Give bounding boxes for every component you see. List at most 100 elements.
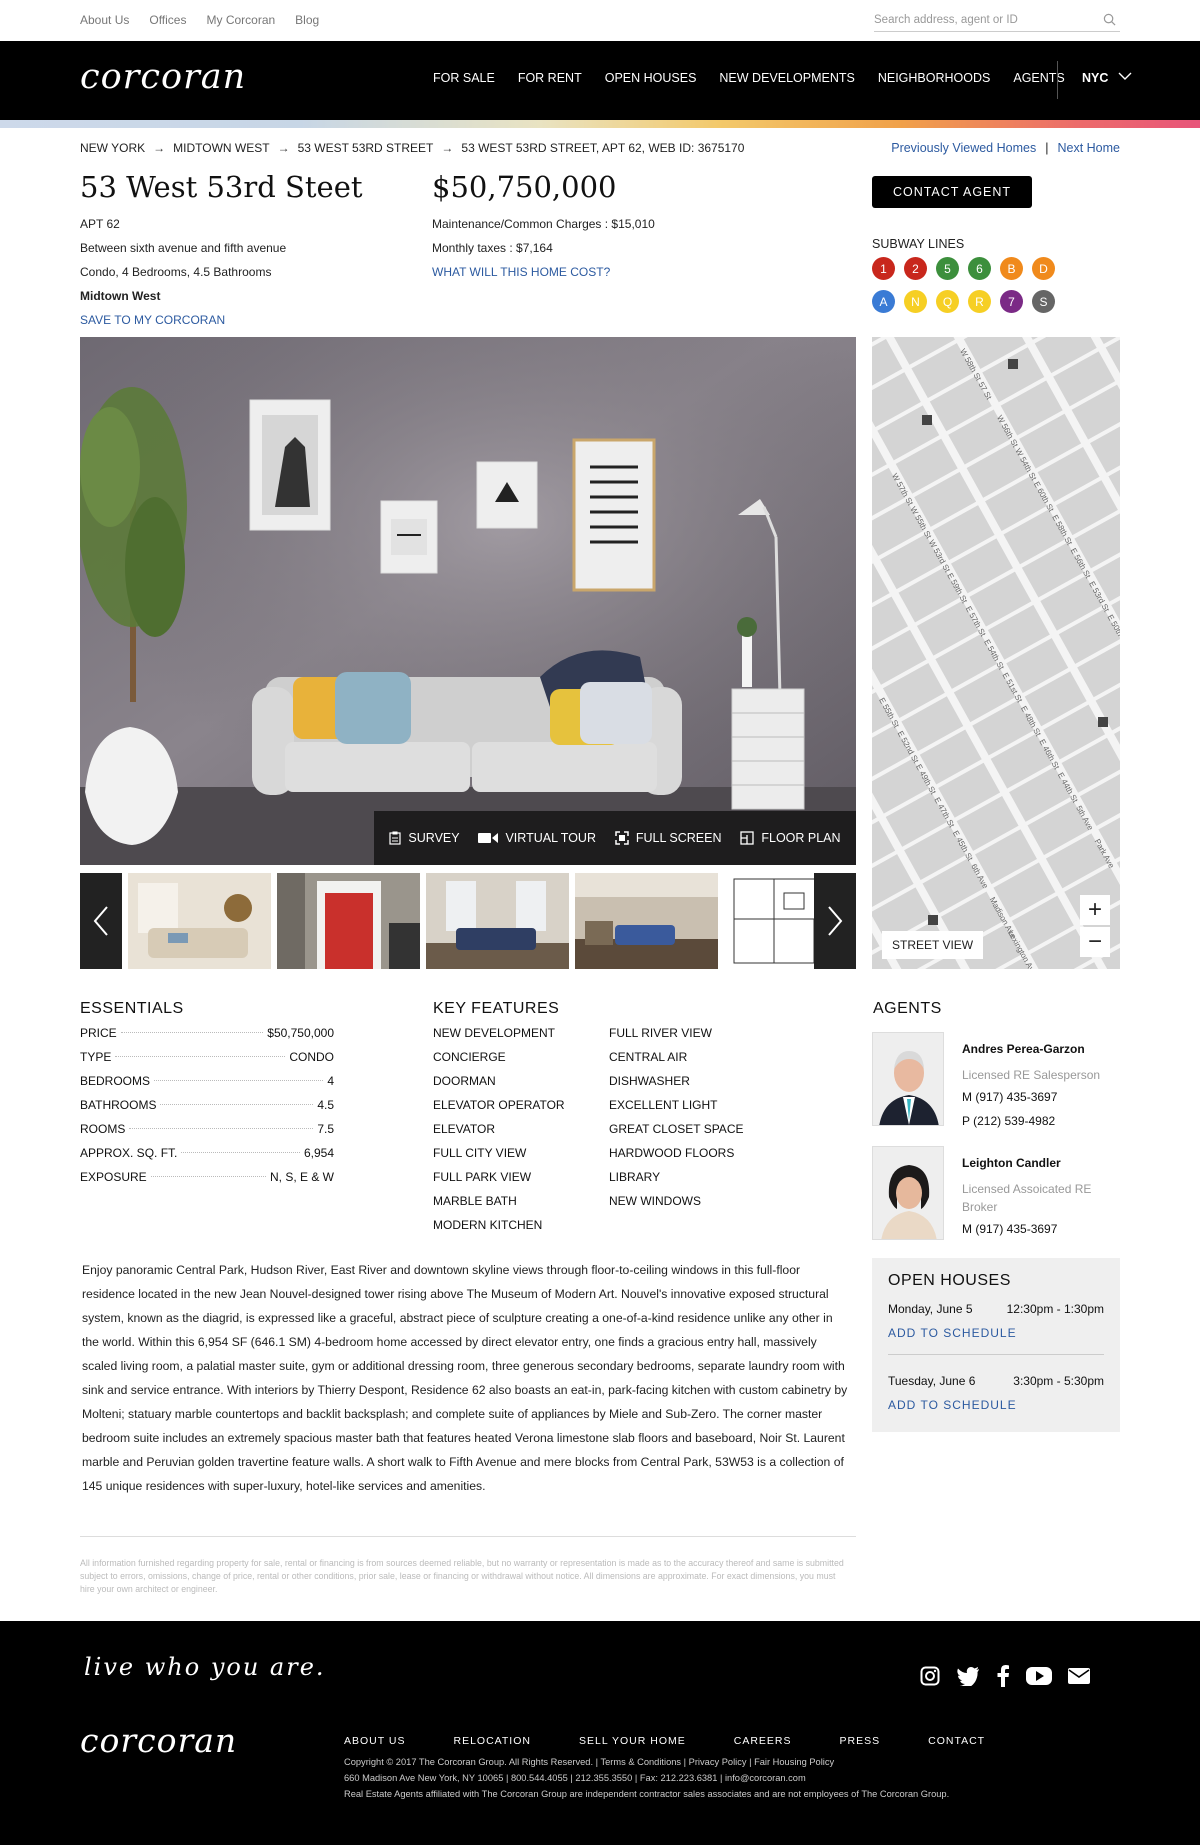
site-footer: live who you are. corcoran ABOUT US RELO… bbox=[0, 1621, 1200, 1845]
city-selector[interactable]: NYC bbox=[1082, 71, 1108, 85]
essentials-label: EXPOSURE bbox=[80, 1170, 147, 1184]
survey-label: SURVEY bbox=[408, 831, 460, 845]
footer-link-press[interactable]: PRESS bbox=[840, 1735, 881, 1747]
previously-viewed-link[interactable]: Previously Viewed Homes bbox=[891, 141, 1036, 155]
util-link-about[interactable]: About Us bbox=[80, 13, 129, 27]
breadcrumb-new-york[interactable]: NEW YORK bbox=[80, 141, 145, 155]
subway-line-badge[interactable]: D bbox=[1032, 257, 1055, 280]
footer-link-contact[interactable]: CONTACT bbox=[928, 1735, 985, 1747]
agent-phone[interactable]: P (212) 539-4982 bbox=[962, 1114, 1055, 1128]
virtual-tour-button[interactable]: VIRTUAL TOUR bbox=[478, 831, 596, 845]
search-input[interactable] bbox=[874, 11, 1084, 26]
agent-card[interactable]: Leighton Candler Licensed Assoicated RE … bbox=[872, 1146, 1122, 1246]
nav-for-rent[interactable]: FOR RENT bbox=[518, 71, 582, 85]
thumbnail-2[interactable] bbox=[277, 873, 420, 969]
subway-line-badge[interactable]: 5 bbox=[936, 257, 959, 280]
save-to-my-corcoran-link[interactable]: SAVE TO MY CORCORAN bbox=[80, 313, 225, 327]
dotted-leader bbox=[150, 1176, 266, 1177]
mail-icon[interactable] bbox=[1068, 1668, 1090, 1684]
thumbnails-next-button[interactable] bbox=[814, 873, 856, 969]
footer-link-sell-your-home[interactable]: SELL YOUR HOME bbox=[579, 1735, 686, 1747]
essentials-label: APPROX. SQ. FT. bbox=[80, 1146, 178, 1160]
home-cost-link[interactable]: WHAT WILL THIS HOME COST? bbox=[432, 265, 610, 279]
survey-button[interactable]: SURVEY bbox=[389, 831, 460, 845]
youtube-icon[interactable] bbox=[1026, 1666, 1052, 1686]
thumbnail-3[interactable] bbox=[426, 873, 569, 969]
footer-logo[interactable]: corcoran bbox=[80, 1721, 237, 1760]
essentials-value: 4.5 bbox=[317, 1098, 334, 1112]
agent-name[interactable]: Andres Perea-Garzon bbox=[962, 1042, 1085, 1056]
dotted-leader bbox=[181, 1152, 300, 1153]
subway-line-badge[interactable]: S bbox=[1032, 290, 1055, 313]
essentials-row: ROOMS 7.5 bbox=[80, 1122, 334, 1146]
corcoran-logo[interactable]: corcoran bbox=[80, 57, 246, 97]
dotted-leader bbox=[120, 1032, 264, 1033]
breadcrumb-building[interactable]: 53 WEST 53RD STREET bbox=[298, 141, 434, 155]
footer-link-about-us[interactable]: ABOUT US bbox=[344, 1735, 405, 1747]
chevron-down-icon[interactable] bbox=[1118, 70, 1132, 82]
util-link-blog[interactable]: Blog bbox=[295, 13, 319, 27]
instagram-icon[interactable] bbox=[920, 1666, 940, 1686]
nav-for-sale[interactable]: FOR SALE bbox=[433, 71, 495, 85]
feature-item: FULL PARK VIEW bbox=[433, 1170, 532, 1184]
subway-line-badge[interactable]: B bbox=[1000, 257, 1023, 280]
essentials-label: BATHROOMS bbox=[80, 1098, 157, 1112]
subway-line-badge[interactable]: A bbox=[872, 290, 895, 313]
agent-mobile[interactable]: M (917) 435-3697 bbox=[962, 1222, 1057, 1236]
agent-card[interactable]: Andres Perea-Garzon Licensed RE Salesper… bbox=[872, 1032, 1122, 1132]
nav-neighborhoods[interactable]: NEIGHBORHOODS bbox=[878, 71, 991, 85]
dotted-leader bbox=[129, 1128, 314, 1129]
subway-line-badge[interactable]: Q bbox=[936, 290, 959, 313]
neighborhood-map[interactable]: W 58th St 57 St W 57th St W 56th St W 55th S… bbox=[872, 337, 1120, 969]
essentials-label: PRICE bbox=[80, 1026, 117, 1040]
chevron-left-icon bbox=[93, 906, 108, 936]
apt-number: APT 62 bbox=[80, 217, 120, 231]
search-icon[interactable] bbox=[1103, 13, 1116, 26]
feature-item: DOORMAN bbox=[433, 1074, 496, 1088]
twitter-icon[interactable] bbox=[956, 1666, 980, 1686]
legal-disclaimer: All information furnished regarding prop… bbox=[80, 1558, 844, 1594]
add-to-schedule-button[interactable]: ADD TO SCHEDULE bbox=[888, 1398, 1017, 1412]
util-link-offices[interactable]: Offices bbox=[149, 13, 186, 27]
subway-line-badge[interactable]: N bbox=[904, 290, 927, 313]
zoom-in-button[interactable]: + bbox=[1080, 895, 1110, 925]
nav-open-houses[interactable]: OPEN HOUSES bbox=[605, 71, 697, 85]
hero-photo[interactable]: SURVEY VIRTUAL TOUR FULL SCREEN FLOOR PL… bbox=[80, 337, 856, 865]
subway-line-badge[interactable]: R bbox=[968, 290, 991, 313]
add-to-schedule-button[interactable]: ADD TO SCHEDULE bbox=[888, 1326, 1017, 1340]
agent-name[interactable]: Leighton Candler bbox=[962, 1156, 1061, 1170]
living-room-photo bbox=[80, 337, 856, 865]
zoom-out-button[interactable]: − bbox=[1080, 927, 1110, 957]
agent-photo[interactable] bbox=[872, 1032, 944, 1126]
breadcrumb-midtown-west[interactable]: MIDTOWN WEST bbox=[173, 141, 269, 155]
street-view-button[interactable]: STREET VIEW bbox=[882, 931, 984, 959]
contact-agent-button[interactable]: CONTACT AGENT bbox=[872, 176, 1032, 208]
essentials-row: PRICE $50,750,000 bbox=[80, 1026, 334, 1050]
subway-line-badge[interactable]: 7 bbox=[1000, 290, 1023, 313]
thumbnails-prev-button[interactable] bbox=[80, 873, 122, 969]
footer-link-careers[interactable]: CAREERS bbox=[734, 1735, 792, 1747]
expand-icon bbox=[615, 831, 629, 845]
agent-photo[interactable] bbox=[872, 1146, 944, 1240]
subway-line-badge[interactable]: 1 bbox=[872, 257, 895, 280]
essentials-value: 4 bbox=[327, 1074, 334, 1088]
listing-description: Enjoy panoramic Central Park, Hudson Riv… bbox=[82, 1263, 848, 1493]
util-link-my-corcoran[interactable]: My Corcoran bbox=[206, 13, 275, 27]
maintenance-charges: Maintenance/Common Charges : $15,010 bbox=[432, 217, 655, 231]
floor-plan-button[interactable]: FLOOR PLAN bbox=[740, 831, 841, 845]
agent-affiliation-note: Real Estate Agents affiliated with The C… bbox=[344, 1789, 950, 1799]
social-links bbox=[920, 1665, 1090, 1687]
footer-link-relocation[interactable]: RELOCATION bbox=[453, 1735, 530, 1747]
agent-mobile[interactable]: M (917) 435-3697 bbox=[962, 1090, 1057, 1104]
main-nav: FOR SALE FOR RENT OPEN HOUSES NEW DEVELO… bbox=[433, 71, 1088, 85]
arrow-right-icon: → bbox=[441, 141, 454, 155]
facebook-icon[interactable] bbox=[996, 1665, 1010, 1687]
full-screen-button[interactable]: FULL SCREEN bbox=[615, 831, 722, 845]
thumbnail-4[interactable] bbox=[575, 873, 718, 969]
next-home-link[interactable]: Next Home bbox=[1057, 141, 1120, 155]
nav-new-developments[interactable]: NEW DEVELOPMENTS bbox=[719, 71, 854, 85]
subway-line-badge[interactable]: 2 bbox=[904, 257, 927, 280]
subway-line-badge[interactable]: 6 bbox=[968, 257, 991, 280]
thumbnail-1[interactable] bbox=[128, 873, 271, 969]
listing-type-summary: Condo, 4 Bedrooms, 4.5 Bathrooms bbox=[80, 265, 272, 279]
